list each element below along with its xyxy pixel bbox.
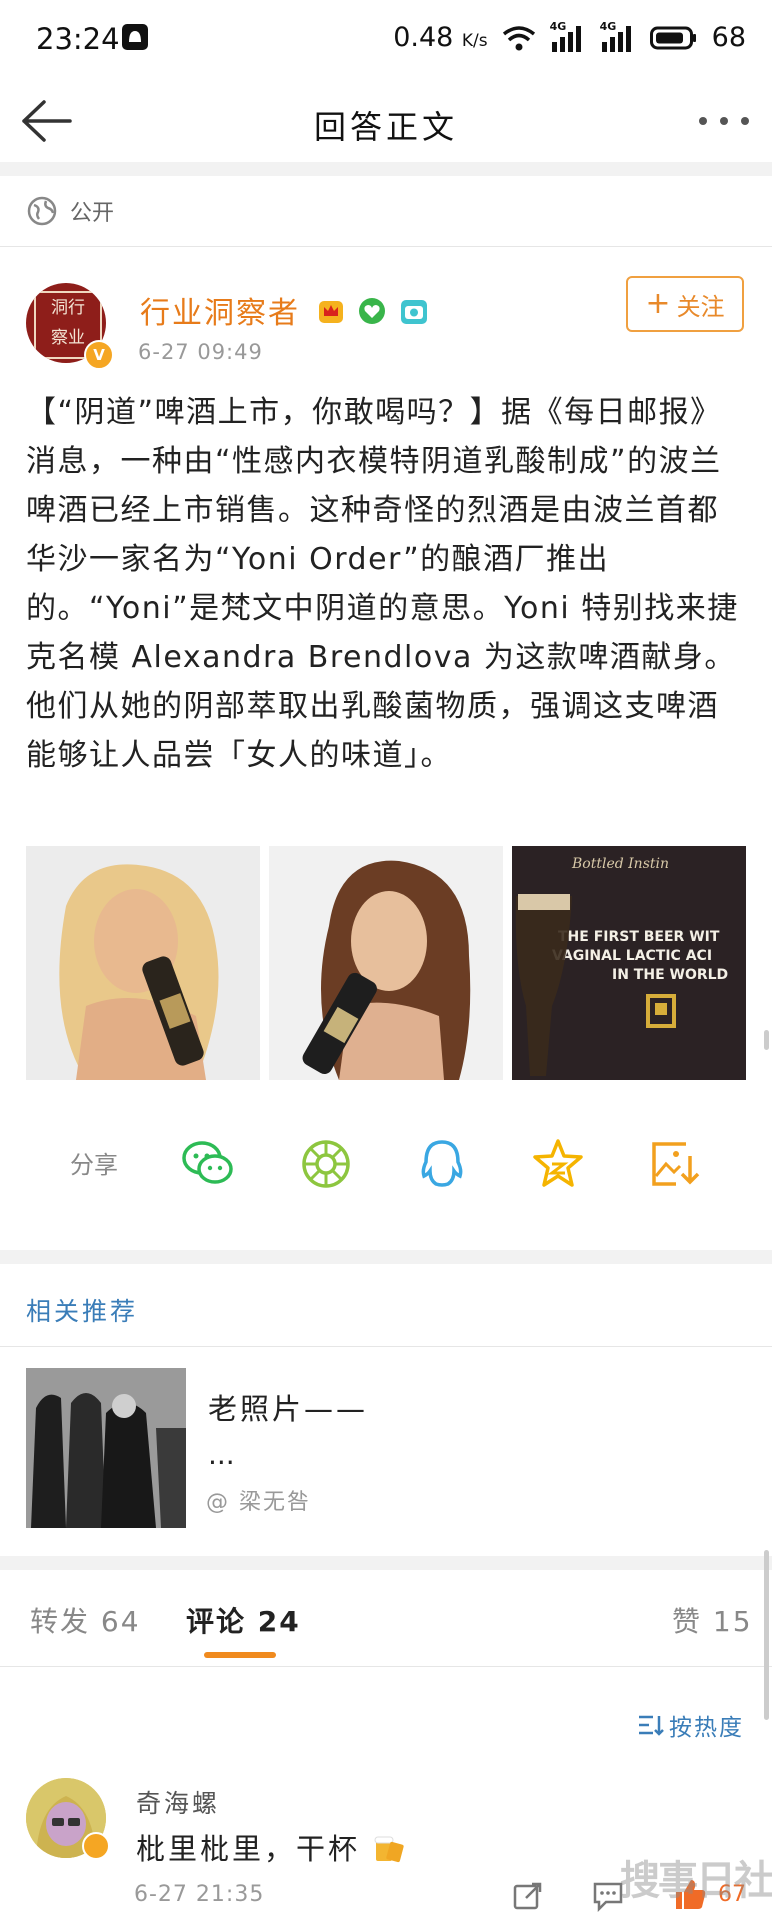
comment-text: 枇里枇里，干杯 (136, 1826, 406, 1868)
moments-icon[interactable] (298, 1136, 354, 1192)
active-tab-indicator (204, 1652, 276, 1658)
status-right: 0.48 K/s 4G 4G 68 (393, 20, 746, 54)
follow-button[interactable]: + 关注 (626, 276, 744, 332)
page-title: 回答正文 (313, 108, 458, 146)
divider-line (0, 1666, 772, 1667)
post-image-2[interactable] (269, 846, 503, 1080)
signal-icon-2: 4G (600, 20, 636, 52)
watermark: 搜事日社 (620, 1858, 772, 1904)
section-divider (0, 1556, 772, 1570)
recommend-thumbnail[interactable] (26, 1368, 186, 1528)
tab-bar: 转发 64 评论 24 赞 15 (0, 1600, 772, 1666)
post-timestamp: 6-27 09:49 (138, 340, 263, 364)
verified-badge: V (84, 340, 114, 370)
visibility-row: 公开 (26, 195, 114, 227)
scrollbar-indicator (764, 1030, 769, 1050)
crown-badge-icon (318, 301, 343, 323)
commenter-verified-badge (82, 1832, 110, 1860)
post-image-3[interactable]: Bottled Instin THE FIRST BEER WIT VAGINA… (512, 846, 746, 1080)
recommend-item-title[interactable]: 老照片—— (208, 1386, 368, 1428)
repost-comment-icon[interactable] (512, 1880, 544, 1912)
beer-emoji-icon (374, 1836, 404, 1863)
save-image-icon[interactable] (646, 1136, 702, 1192)
recommend-title: 相关推荐 (26, 1297, 139, 1326)
nav-bar: 回答正文 (0, 80, 772, 163)
divider-line (0, 246, 772, 247)
svg-text:VAGINAL LACTIC ACI: VAGINAL LACTIC ACI (552, 948, 712, 964)
sort-icon (639, 1715, 664, 1736)
svg-text:THE FIRST BEER WIT: THE FIRST BEER WIT (558, 929, 720, 945)
tab-likes[interactable]: 赞 15 (672, 1600, 753, 1640)
network-speed: 0.48 K/s (393, 22, 488, 53)
tab-repost[interactable]: 转发 64 (30, 1600, 141, 1640)
share-label: 分享 (70, 1151, 118, 1179)
section-divider (0, 162, 772, 176)
signal-icon-1: 4G (550, 20, 586, 52)
status-time: 23:24 (36, 22, 120, 56)
recommend-author: @ 梁无咎 (206, 1490, 311, 1515)
post-image-1[interactable] (26, 846, 260, 1080)
author-name[interactable]: 行业洞察者 (140, 288, 429, 332)
notification-icon (122, 24, 148, 50)
post-body: 【“阴道”啤酒上市，你敢喝吗？】据《每日邮报》消息，一种由“性感内衣模特阴道乳酸… (26, 395, 739, 773)
camera-badge-icon (400, 300, 427, 324)
heart-badge-icon (359, 298, 386, 324)
scrollbar-thumb[interactable] (764, 1550, 769, 1720)
status-bar: 23:24 0.48 K/s 4G 4G 68 (0, 0, 772, 80)
battery-level: 68 (711, 22, 746, 53)
plus-icon: + (645, 286, 671, 321)
recommend-ellipsis: ... (208, 1438, 235, 1471)
svg-text:IN THE WORLD: IN THE WORLD (612, 967, 728, 983)
sort-button[interactable]: 按热度 (637, 1708, 744, 1742)
svg-text:Bottled Instin: Bottled Instin (571, 856, 669, 872)
section-divider (0, 1250, 772, 1264)
more-icon[interactable] (696, 114, 752, 128)
wifi-icon (502, 25, 535, 50)
comment-time: 6-27 21:35 (134, 1882, 265, 1907)
visibility-label: 公开 (70, 201, 115, 226)
commenter-name[interactable]: 奇海螺 (136, 1784, 220, 1820)
qq-icon[interactable] (414, 1136, 470, 1192)
globe-icon (27, 196, 57, 226)
wechat-icon[interactable] (180, 1136, 236, 1192)
battery-icon (649, 26, 696, 49)
tab-comments[interactable]: 评论 24 (186, 1600, 301, 1640)
divider-line (0, 1346, 772, 1347)
qzone-icon[interactable] (530, 1136, 586, 1192)
